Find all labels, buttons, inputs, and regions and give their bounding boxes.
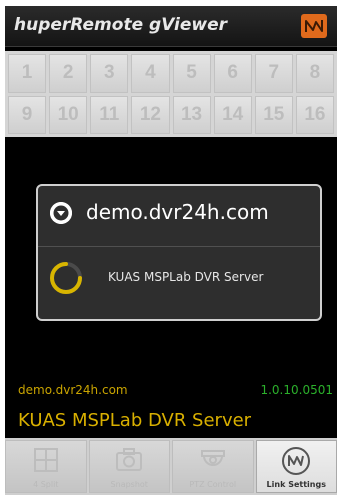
waveform-logo-icon[interactable] bbox=[301, 14, 327, 38]
dialog-header: demo.dvr24h.com bbox=[38, 186, 320, 247]
channel-grid: 1 2 3 4 5 6 7 8 9 10 11 12 13 14 15 16 bbox=[5, 51, 337, 137]
channel-button[interactable]: 8 bbox=[295, 54, 334, 93]
host-label: demo.dvr24h.com bbox=[18, 383, 128, 397]
server-name-label: KUAS MSPLab DVR Server bbox=[18, 410, 252, 431]
channel-button[interactable]: 2 bbox=[49, 54, 88, 93]
dialog-title: demo.dvr24h.com bbox=[86, 200, 269, 224]
channel-button[interactable]: 9 bbox=[8, 95, 47, 134]
channel-button[interactable]: 15 bbox=[254, 95, 293, 134]
bottom-toolbar: 4 Split Snapshot PTZ Control Link Settin… bbox=[5, 438, 337, 495]
app-window: huperRemote gViewer 1 2 3 4 5 6 7 8 9 10… bbox=[5, 6, 337, 495]
ptz-control-button[interactable]: PTZ Control bbox=[172, 440, 254, 493]
app-title: huperRemote gViewer bbox=[14, 15, 228, 35]
channel-button[interactable]: 7 bbox=[254, 54, 293, 93]
channel-button[interactable]: 11 bbox=[90, 95, 129, 134]
channel-button[interactable]: 3 bbox=[90, 54, 129, 93]
snapshot-button[interactable]: Snapshot bbox=[88, 440, 170, 493]
channel-button[interactable]: 14 bbox=[213, 95, 252, 134]
channel-button[interactable]: 4 bbox=[131, 54, 170, 93]
channel-button[interactable]: 13 bbox=[172, 95, 211, 134]
channel-button[interactable]: 6 bbox=[213, 54, 252, 93]
waveform-circle-icon bbox=[279, 445, 313, 477]
title-bar: huperRemote gViewer bbox=[5, 6, 337, 47]
link-settings-button[interactable]: Link Settings bbox=[255, 440, 337, 493]
version-label: 1.0.10.0501 bbox=[260, 383, 333, 397]
dome-camera-icon bbox=[196, 445, 230, 477]
snapshot-button-label: Snapshot bbox=[110, 480, 148, 489]
channel-button[interactable]: 16 bbox=[295, 95, 334, 134]
ptz-control-button-label: PTZ Control bbox=[189, 480, 237, 489]
connecting-dialog: demo.dvr24h.com KUAS MSPLab DVR Server bbox=[36, 184, 322, 321]
dialog-message: KUAS MSPLab DVR Server bbox=[108, 270, 264, 284]
split-grid-icon bbox=[29, 445, 63, 477]
split-button-label: 4 Split bbox=[33, 480, 59, 489]
channel-button[interactable]: 12 bbox=[131, 95, 170, 134]
channel-button[interactable]: 5 bbox=[172, 54, 211, 93]
loading-spinner-icon bbox=[48, 260, 84, 296]
channel-button[interactable]: 10 bbox=[49, 95, 88, 134]
link-settings-button-label: Link Settings bbox=[266, 480, 326, 489]
camera-icon bbox=[112, 445, 146, 477]
channel-button[interactable]: 1 bbox=[8, 54, 47, 93]
split-button[interactable]: 4 Split bbox=[5, 440, 87, 493]
chevron-down-circle-icon bbox=[50, 202, 72, 224]
